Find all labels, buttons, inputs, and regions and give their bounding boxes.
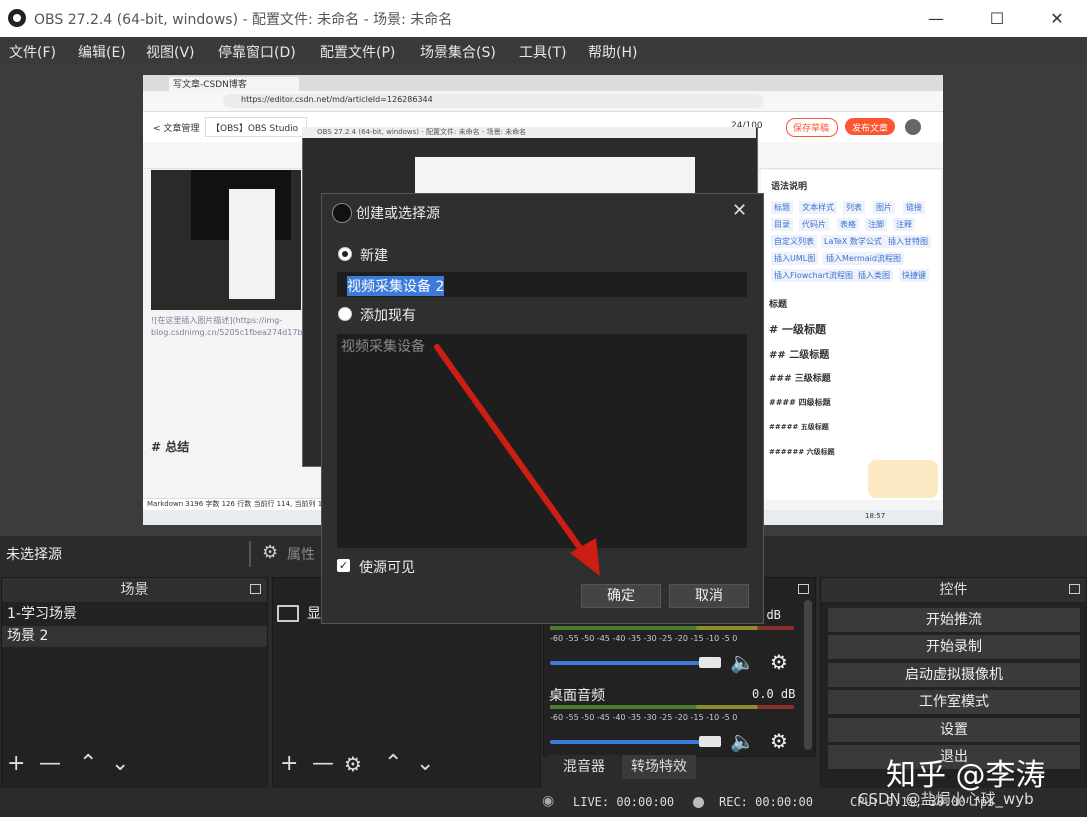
- annotation-arrow-icon: [434, 344, 600, 576]
- csdn-watermark: CSDN @盐焗小心球_wyb: [858, 790, 1034, 808]
